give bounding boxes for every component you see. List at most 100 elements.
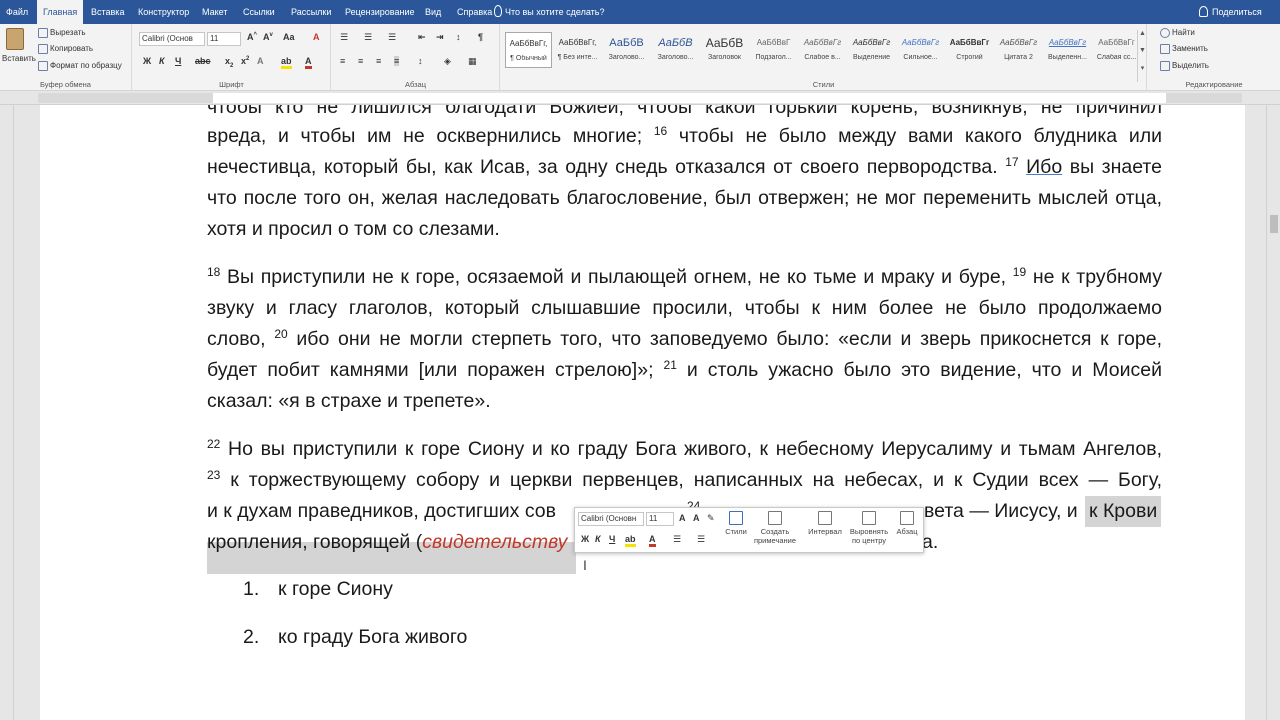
style-heading2[interactable]: АаБбВ Заголово...: [652, 32, 699, 68]
style-preview: АаБбВвГг: [1048, 38, 1087, 47]
style-intense-emphasis[interactable]: АаБбВвГг Сильное...: [897, 32, 944, 68]
shading-icon[interactable]: ◈: [444, 56, 451, 67]
mini-new-comment-button[interactable]: Создать примечание: [751, 511, 799, 545]
tab-layout[interactable]: Макет: [196, 0, 233, 24]
style-intense-quote[interactable]: АаБбВвГг Выделенн...: [1044, 32, 1091, 68]
style-title[interactable]: АаБбВ Заголовок: [701, 32, 748, 68]
select-button[interactable]: Выделить: [1160, 61, 1209, 71]
vertical-ruler[interactable]: [0, 105, 14, 720]
tab-home[interactable]: Главная: [37, 0, 84, 24]
mini-italic-button[interactable]: К: [595, 534, 601, 544]
replace-button[interactable]: Заменить: [1160, 44, 1208, 54]
pilcrow-icon[interactable]: ¶: [478, 32, 483, 42]
shrink-font-button[interactable]: Av: [263, 32, 273, 42]
mini-shrink-font-icon[interactable]: A: [693, 513, 700, 523]
strikethrough-button[interactable]: abc: [195, 56, 211, 66]
tab-file[interactable]: Файл: [0, 0, 34, 24]
italic-button[interactable]: К: [159, 56, 165, 66]
mini-styles-button[interactable]: Стили: [723, 511, 749, 536]
grow-font-button[interactable]: A^: [247, 32, 257, 42]
align-center-icon: [862, 511, 876, 525]
paste-button[interactable]: Вставить: [2, 54, 36, 63]
underline-button[interactable]: Ч: [175, 56, 181, 66]
multilevel-list-icon[interactable]: ☰: [388, 32, 396, 43]
tab-view[interactable]: Вид: [419, 0, 447, 24]
increase-indent-icon[interactable]: ⇥: [436, 32, 444, 43]
decrease-indent-icon[interactable]: ⇤: [418, 32, 426, 43]
style-strong[interactable]: АаБбВвГг Строгий: [946, 32, 993, 68]
mini-highlight-icon[interactable]: ab: [625, 534, 636, 547]
document-page[interactable]: чтобы кто не лишился благодати Божией; ч…: [40, 105, 1245, 720]
mini-font-combo[interactable]: Calibri (Основн: [578, 512, 644, 526]
tab-help[interactable]: Справка: [451, 0, 498, 24]
mini-grow-font-icon[interactable]: A: [679, 513, 686, 523]
text-span: к торжествующему собору и церкви первенц…: [220, 469, 1162, 491]
subscript-button[interactable]: x2: [225, 56, 233, 69]
mini-bullets-icon[interactable]: ☰: [673, 534, 681, 545]
format-painter-button[interactable]: Формат по образцу: [38, 61, 122, 71]
change-case-button[interactable]: Aa: [283, 32, 295, 42]
style-heading1[interactable]: АаБбВ Заголово...: [603, 32, 650, 68]
style-subtitle[interactable]: АаБбВвГ Подзагол...: [750, 32, 797, 68]
select-icon: [1160, 61, 1170, 71]
format-painter-label: Формат по образцу: [50, 61, 122, 71]
tab-references[interactable]: Ссылки: [237, 0, 281, 24]
scrollbar-thumb[interactable]: [1270, 215, 1278, 233]
find-button[interactable]: Найти: [1160, 28, 1195, 38]
line-spacing-icon[interactable]: ↕: [418, 56, 423, 66]
align-left-icon[interactable]: ≡: [340, 56, 345, 66]
superscript-button[interactable]: x2: [241, 56, 249, 66]
font-family-combo[interactable]: Calibri (Основ: [139, 32, 205, 46]
justify-icon[interactable]: ≡: [394, 56, 400, 66]
copy-button[interactable]: Копировать: [38, 44, 93, 54]
mini-numbering-icon[interactable]: ☰: [697, 534, 705, 545]
style-subtle-emphasis[interactable]: АаБбВвГг Слабое в...: [799, 32, 846, 68]
style-name: Подзагол...: [755, 54, 792, 61]
cut-button[interactable]: Вырезать: [38, 28, 86, 38]
mini-format-painter-icon[interactable]: ✎: [707, 513, 715, 524]
style-normal[interactable]: АаБбВвГг, ¶ Обычный: [505, 32, 552, 68]
horizontal-ruler[interactable]: [0, 91, 1280, 105]
text-line: слово, 20 ибо они не могли стерпеть того…: [207, 324, 1162, 355]
tab-review[interactable]: Рецензирование: [339, 0, 421, 24]
style-name: Заголово...: [608, 54, 645, 61]
mini-size-combo[interactable]: 11: [646, 512, 674, 526]
list-text: ко граду Бога живого: [278, 626, 468, 648]
align-center-icon[interactable]: ≡: [358, 56, 363, 66]
mini-bold-button[interactable]: Ж: [581, 534, 589, 544]
styles-scroll[interactable]: ▲ ▼ ▾: [1137, 30, 1147, 82]
style-no-spacing[interactable]: АаБбВвГг, ¶ Без инте...: [554, 32, 601, 68]
text-effects-icon[interactable]: A: [257, 56, 264, 66]
scroll-down-icon[interactable]: ▼: [1138, 47, 1147, 64]
select-label: Выделить: [1172, 61, 1209, 71]
style-name: Заголово...: [657, 54, 694, 61]
clear-format-icon[interactable]: A: [313, 32, 320, 42]
scroll-up-icon[interactable]: ▲: [1138, 30, 1147, 47]
mini-paragraph-button[interactable]: Абзац: [893, 511, 921, 536]
tell-me-search[interactable]: Что вы хотите сделать?: [505, 0, 605, 24]
style-quote2[interactable]: АаБбВвГг Цитата 2: [995, 32, 1042, 68]
bold-button[interactable]: Ж: [143, 56, 151, 66]
style-emphasis[interactable]: АаБбВвГг Выделение: [848, 32, 895, 68]
numbering-icon[interactable]: ☰: [364, 32, 372, 43]
style-subtle-reference[interactable]: АаБбВвГг Слабая сс...: [1093, 32, 1140, 68]
tab-insert[interactable]: Вставка: [85, 0, 130, 24]
font-size-combo[interactable]: 11: [207, 32, 241, 46]
mini-font-color-icon[interactable]: A: [649, 534, 656, 547]
font-color-icon[interactable]: A: [305, 56, 312, 69]
sort-icon[interactable]: ↕: [456, 32, 461, 42]
mini-spacing-button[interactable]: Интервал: [805, 511, 845, 536]
mini-center-button[interactable]: Выровнять по центру: [847, 511, 891, 545]
highlight-icon[interactable]: ab: [281, 56, 292, 69]
align-right-icon[interactable]: ≡: [376, 56, 381, 66]
mini-center-label: Выровнять по центру: [849, 527, 889, 545]
vertical-scrollbar[interactable]: [1266, 105, 1280, 720]
tab-design[interactable]: Конструктор: [132, 0, 195, 24]
bullets-icon[interactable]: ☰: [340, 32, 348, 43]
mini-underline-button[interactable]: Ч: [609, 534, 615, 544]
borders-icon[interactable]: ▦: [468, 56, 477, 67]
share-button[interactable]: Поделиться: [1212, 0, 1262, 24]
more-styles-icon[interactable]: ▾: [1138, 64, 1147, 81]
tab-mailings[interactable]: Рассылки: [285, 0, 337, 24]
spelling-flag: Ибо: [1026, 156, 1063, 178]
